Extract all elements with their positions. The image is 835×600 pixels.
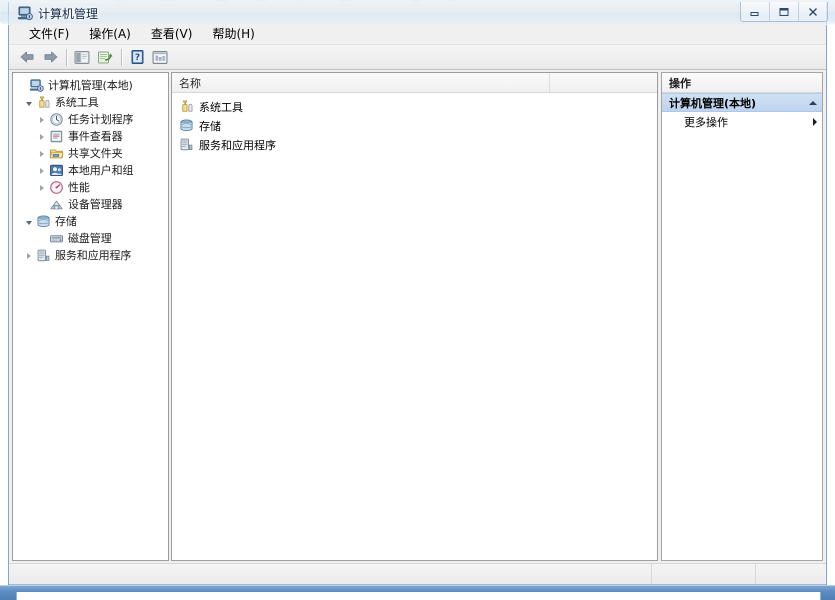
tree-item-label: 计算机管理(本地): [48, 79, 133, 92]
actions-header: 操作: [662, 73, 822, 93]
tree-item-task-scheduler[interactable]: 任务计划程序: [13, 111, 168, 128]
tree-item-performance[interactable]: 性能: [13, 179, 168, 196]
tree-item-label: 任务计划程序: [68, 113, 134, 126]
caret-up-icon[interactable]: [809, 100, 817, 105]
tree-item-services-applications[interactable]: 服务和应用程序: [13, 247, 168, 264]
list-rows: 系统工具 存储 服务和应用程序: [172, 93, 657, 154]
console-tree-pane[interactable]: 计算机管理(本地) 系统工具 任务计划程序 事件查看器 共享文件夹 本地用户和组…: [12, 72, 169, 561]
computer-icon: [28, 78, 44, 94]
caret-right-icon[interactable]: [813, 117, 817, 126]
svg-text:?: ?: [134, 53, 139, 63]
tree-item-label: 服务和应用程序: [55, 249, 132, 262]
toolbar-separator-2: [121, 48, 122, 66]
tree-expander-none: [35, 230, 48, 247]
properties-icon[interactable]: [149, 47, 171, 68]
tree-item-event-viewer[interactable]: 事件查看器: [13, 128, 168, 145]
tree-item-label: 系统工具: [55, 96, 99, 109]
back-arrow-icon[interactable]: [16, 47, 38, 68]
tree-item-device-manager[interactable]: 设备管理器: [13, 196, 168, 213]
action-group-label: 计算机管理(本地): [669, 96, 757, 110]
tree-expander-closed-icon[interactable]: [35, 128, 48, 145]
column-header-blank[interactable]: [550, 73, 657, 92]
taskbar[interactable]: [0, 585, 835, 600]
show-hide-tree-icon[interactable]: [71, 47, 93, 68]
device-manager-icon: [48, 197, 64, 213]
list-column-header: 名称: [172, 73, 657, 93]
tools-icon: [178, 99, 194, 115]
list-item-label: 服务和应用程序: [199, 138, 276, 152]
local-users-icon: [48, 163, 64, 179]
list-item-label: 系统工具: [199, 100, 243, 114]
tree-expander-closed-icon[interactable]: [35, 179, 48, 196]
tree-expander-closed-icon[interactable]: [35, 162, 48, 179]
action-more-actions[interactable]: 更多操作: [662, 112, 822, 131]
tree-item-label: 性能: [68, 181, 90, 194]
refresh-icon[interactable]: [94, 47, 116, 68]
toolbar-separator-1: [66, 48, 67, 66]
toolbar: ?: [9, 45, 826, 70]
status-bar: [9, 563, 826, 585]
storage-icon: [35, 214, 51, 230]
console-tree: 计算机管理(本地) 系统工具 任务计划程序 事件查看器 共享文件夹 本地用户和组…: [13, 73, 168, 264]
tree-item-label: 设备管理器: [68, 198, 123, 211]
tree-item-system-tools[interactable]: 系统工具: [13, 94, 168, 111]
tree-expander-none: [35, 196, 48, 213]
forward-arrow-icon[interactable]: [39, 47, 61, 68]
tree-expander-closed-icon[interactable]: [35, 145, 48, 162]
tree-item-local-users-groups[interactable]: 本地用户和组: [13, 162, 168, 179]
window-controls: [740, 2, 828, 22]
status-cell-3: [756, 564, 826, 585]
details-list-pane[interactable]: 名称 系统工具 存储 服务和应用程序: [171, 72, 658, 561]
content-area: 计算机管理(本地) 系统工具 任务计划程序 事件查看器 共享文件夹 本地用户和组…: [9, 70, 826, 563]
storage-icon: [178, 118, 194, 134]
tree-item-label: 存储: [55, 215, 77, 228]
maximize-button[interactable]: [769, 2, 798, 21]
computer-management-window: 计算机管理 文件(F) 操作(A) 查看(V) 帮助(H) ? 计算机管理(本地…: [1, 0, 835, 586]
actions-pane[interactable]: 操作 计算机管理(本地) 更多操作: [661, 72, 823, 561]
tree-item-shared-folders[interactable]: 共享文件夹: [13, 145, 168, 162]
computer-management-icon: [17, 5, 33, 21]
tools-icon: [35, 95, 51, 111]
tree-item-label: 共享文件夹: [68, 147, 123, 160]
list-item-services-applications[interactable]: 服务和应用程序: [172, 135, 657, 154]
menu-view[interactable]: 查看(V): [141, 25, 203, 43]
tree-item-label: 本地用户和组: [68, 164, 134, 177]
minimize-button[interactable]: [741, 2, 769, 21]
tree-expander-none: [15, 77, 28, 94]
column-header-name[interactable]: 名称: [172, 73, 550, 92]
help-icon[interactable]: ?: [126, 47, 148, 68]
tree-item-storage[interactable]: 存储: [13, 213, 168, 230]
performance-icon: [48, 180, 64, 196]
menu-action[interactable]: 操作(A): [79, 25, 141, 43]
window-title: 计算机管理: [38, 7, 99, 21]
taskbar-window-sliver: [16, 592, 821, 600]
tree-expander-closed-icon[interactable]: [22, 247, 35, 264]
event-viewer-icon: [48, 129, 64, 145]
tree-item-label: 事件查看器: [68, 130, 123, 143]
action-item-label: 更多操作: [684, 115, 728, 129]
shared-folder-icon: [48, 146, 64, 162]
list-item-label: 存储: [199, 119, 221, 133]
tree-expander-open-icon[interactable]: [22, 94, 35, 111]
services-icon: [35, 248, 51, 264]
tree-item-label: 磁盘管理: [68, 232, 112, 245]
menu-help[interactable]: 帮助(H): [202, 25, 264, 43]
list-item-storage[interactable]: 存储: [172, 116, 657, 135]
tree-expander-open-icon[interactable]: [22, 213, 35, 230]
action-group-computer-management[interactable]: 计算机管理(本地): [662, 93, 822, 112]
tree-expander-closed-icon[interactable]: [35, 111, 48, 128]
tree-item-computer-management[interactable]: 计算机管理(本地): [13, 77, 168, 94]
services-icon: [178, 137, 194, 153]
status-cell-2: [652, 564, 756, 585]
window-titlebar[interactable]: 计算机管理: [1, 0, 835, 25]
list-item-system-tools[interactable]: 系统工具: [172, 97, 657, 116]
task-scheduler-icon: [48, 112, 64, 128]
status-cell-1: [9, 564, 652, 585]
menu-file[interactable]: 文件(F): [19, 25, 79, 43]
tree-item-disk-management[interactable]: 磁盘管理: [13, 230, 168, 247]
close-button[interactable]: [798, 2, 827, 21]
menu-bar: 文件(F) 操作(A) 查看(V) 帮助(H): [9, 24, 826, 45]
disk-management-icon: [48, 231, 64, 247]
